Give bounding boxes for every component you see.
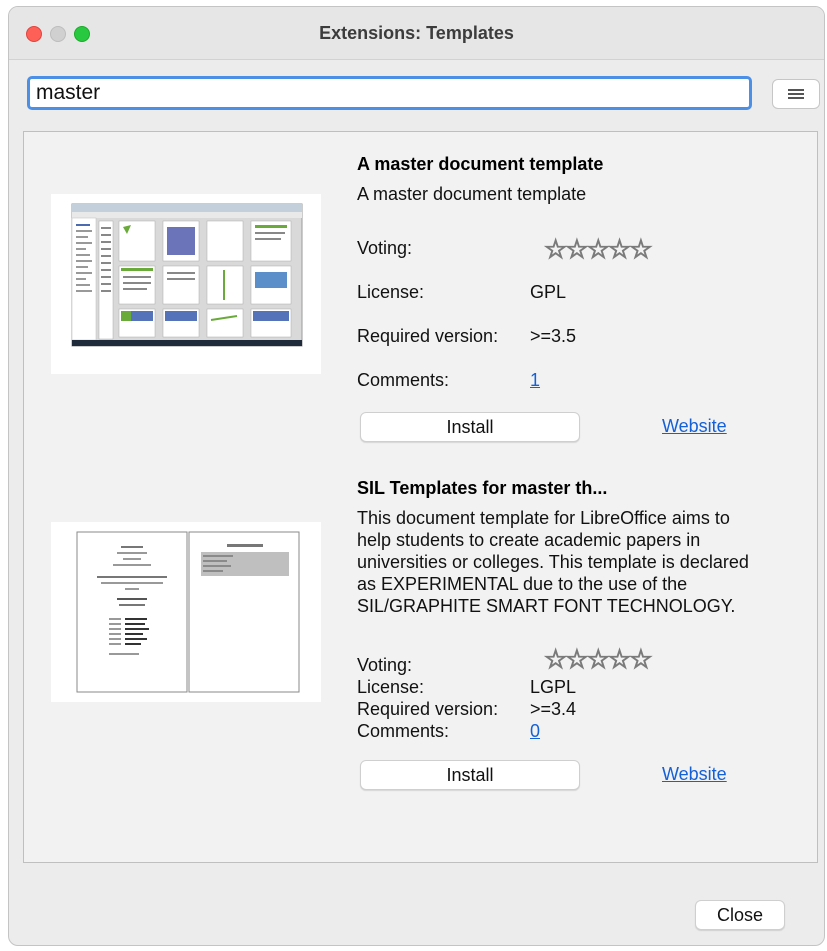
required-version-value: >=3.4 <box>530 699 577 719</box>
license-label: License: <box>357 282 425 302</box>
hamburger-icon <box>788 89 804 99</box>
required-version-label: Required version: <box>357 699 499 719</box>
rating-stars-icon: ☆☆☆☆☆ <box>543 644 653 674</box>
comments-label: Comments: <box>357 370 450 390</box>
title-bar: Extensions: Templates <box>9 7 824 60</box>
comments-label: Comments: <box>357 721 450 741</box>
rating-stars-icon: ☆☆☆☆☆ <box>543 233 653 264</box>
voting-label: Voting: <box>357 238 413 258</box>
search-input[interactable] <box>27 76 752 110</box>
extension-title: SIL Templates for master th... <box>357 478 608 498</box>
license-value: GPL <box>530 282 567 302</box>
close-button[interactable]: Close <box>695 900 785 930</box>
extension-title: A master document template <box>357 154 604 174</box>
required-version-value: >=3.5 <box>530 326 577 346</box>
comments-link[interactable]: 0 <box>530 720 540 742</box>
extensions-dialog: Extensions: Templates master A master do… <box>8 6 825 946</box>
extension-thumbnail <box>51 522 321 702</box>
extension-list[interactable]: A master document template A master docu… <box>23 131 818 863</box>
extension-info: SIL Templates for master th... This docu… <box>357 478 797 790</box>
install-button[interactable]: Install <box>360 760 580 790</box>
window-title: Extensions: Templates <box>319 23 514 43</box>
extension-info: A master document template A master docu… <box>357 154 797 442</box>
website-link[interactable]: Website <box>662 416 727 437</box>
extension-description: This document template for LibreOffice a… <box>357 508 749 616</box>
required-version-label: Required version: <box>357 326 499 346</box>
install-button[interactable]: Install <box>360 412 580 442</box>
license-label: License: <box>357 677 425 697</box>
extension-description: A master document template <box>357 184 587 204</box>
comments-link[interactable]: 1 <box>530 370 540 391</box>
options-menu-button[interactable] <box>772 79 820 109</box>
website-link[interactable]: Website <box>662 764 727 785</box>
voting-label: Voting: <box>357 655 413 675</box>
extension-thumbnail <box>51 194 321 374</box>
license-value: LGPL <box>530 677 577 697</box>
